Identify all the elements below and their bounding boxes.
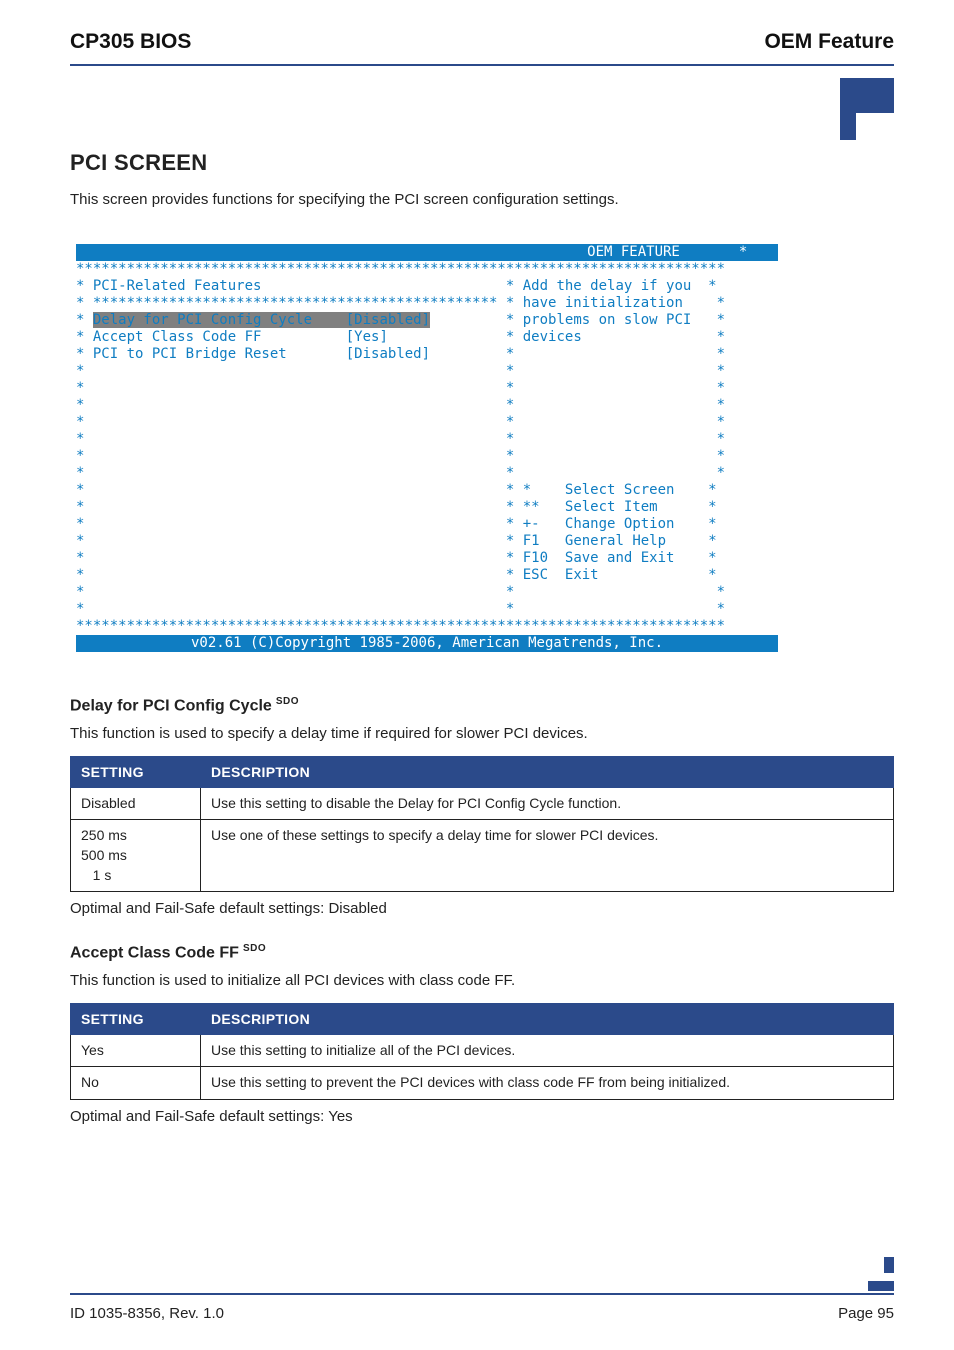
table-header-description: DESCRIPTION xyxy=(201,1003,894,1034)
bios-row: * * * xyxy=(76,465,778,482)
delay-intro: This function is used to specify a delay… xyxy=(70,724,894,744)
bios-row: * * * xyxy=(76,584,778,601)
bios-border-top: ****************************************… xyxy=(76,261,778,278)
page-footer: ID 1035-8356, Rev. 1.0 Page 95 xyxy=(70,1293,894,1322)
accept-defaults: Optimal and Fail-Safe default settings: … xyxy=(70,1108,894,1125)
setting-cell: No xyxy=(71,1067,201,1100)
description-cell: Use this setting to prevent the PCI devi… xyxy=(201,1067,894,1100)
table-row: Disabled Use this setting to disable the… xyxy=(71,787,894,820)
table-header-setting: SETTING xyxy=(71,1003,201,1034)
accept-settings-table: SETTING DESCRIPTION Yes Use this setting… xyxy=(70,1003,894,1100)
bios-row: * * * xyxy=(76,397,778,414)
header-right: OEM Feature xyxy=(764,30,894,54)
bios-row: * * * xyxy=(76,448,778,465)
delay-defaults: Optimal and Fail-Safe default settings: … xyxy=(70,900,894,917)
bios-row: * * * xyxy=(76,601,778,618)
footer-right: Page 95 xyxy=(838,1305,894,1322)
description-cell: Use this setting to initialize all of th… xyxy=(201,1034,894,1067)
brand-logo-icon xyxy=(824,78,894,146)
bios-row: * * * xyxy=(76,363,778,380)
bios-row: * * * Select Screen * xyxy=(76,482,778,499)
bios-row: * PCI-Related Features * Add the delay i… xyxy=(76,278,778,295)
subsection-delay-title: Delay for PCI Config CycleSDO xyxy=(70,696,894,715)
delay-settings-table: SETTING DESCRIPTION Disabled Use this se… xyxy=(70,756,894,892)
bios-row: * * +- Change Option * xyxy=(76,516,778,533)
bios-row: * * ** Select Item * xyxy=(76,499,778,516)
table-header-description: DESCRIPTION xyxy=(201,756,894,787)
bios-row: * Delay for PCI Config Cycle [Disabled] … xyxy=(76,312,778,329)
page-header: CP305 BIOS OEM Feature xyxy=(70,30,894,54)
bios-titlebar: OEM FEATURE * xyxy=(76,244,778,261)
table-row: No Use this setting to prevent the PCI d… xyxy=(71,1067,894,1100)
setting-cell: 250 ms 500 ms 1 s xyxy=(71,820,201,892)
footer-divider xyxy=(70,1293,894,1295)
setting-cell: Yes xyxy=(71,1034,201,1067)
description-cell: Use one of these settings to specify a d… xyxy=(201,820,894,892)
bios-row: * **************************************… xyxy=(76,295,778,312)
header-left: CP305 BIOS xyxy=(70,30,191,54)
bios-row: * * * xyxy=(76,414,778,431)
table-row: 250 ms 500 ms 1 s Use one of these setti… xyxy=(71,820,894,892)
bios-border-bottom: ****************************************… xyxy=(76,618,778,635)
footer-left: ID 1035-8356, Rev. 1.0 xyxy=(70,1305,224,1322)
table-header-setting: SETTING xyxy=(71,756,201,787)
bios-row: * PCI to PCI Bridge Reset [Disabled] * * xyxy=(76,346,778,363)
setting-cell: Disabled xyxy=(71,787,201,820)
sdo-sup: SDO xyxy=(243,943,266,954)
sdo-sup: SDO xyxy=(276,696,299,707)
description-cell: Use this setting to disable the Delay fo… xyxy=(201,787,894,820)
accept-intro: This function is used to initialize all … xyxy=(70,971,894,991)
bios-row: * * F10 Save and Exit * xyxy=(76,550,778,567)
bios-row: * * * xyxy=(76,380,778,397)
bios-footer: v02.61 (C)Copyright 1985-2006, American … xyxy=(76,635,778,652)
bios-screenshot: OEM FEATURE * **************************… xyxy=(76,244,778,652)
section-title: PCI SCREEN xyxy=(70,150,894,176)
table-row: Yes Use this setting to initialize all o… xyxy=(71,1034,894,1067)
bios-row: * * ESC Exit * xyxy=(76,567,778,584)
brand-logo-small-icon xyxy=(866,1255,894,1291)
section-intro: This screen provides functions for speci… xyxy=(70,190,894,210)
subsection-accept-title: Accept Class Code FFSDO xyxy=(70,943,894,962)
brand-logo-area xyxy=(70,66,894,146)
bios-row: * * F1 General Help * xyxy=(76,533,778,550)
bios-row: * * * xyxy=(76,431,778,448)
bios-row: * Accept Class Code FF [Yes] * devices * xyxy=(76,329,778,346)
